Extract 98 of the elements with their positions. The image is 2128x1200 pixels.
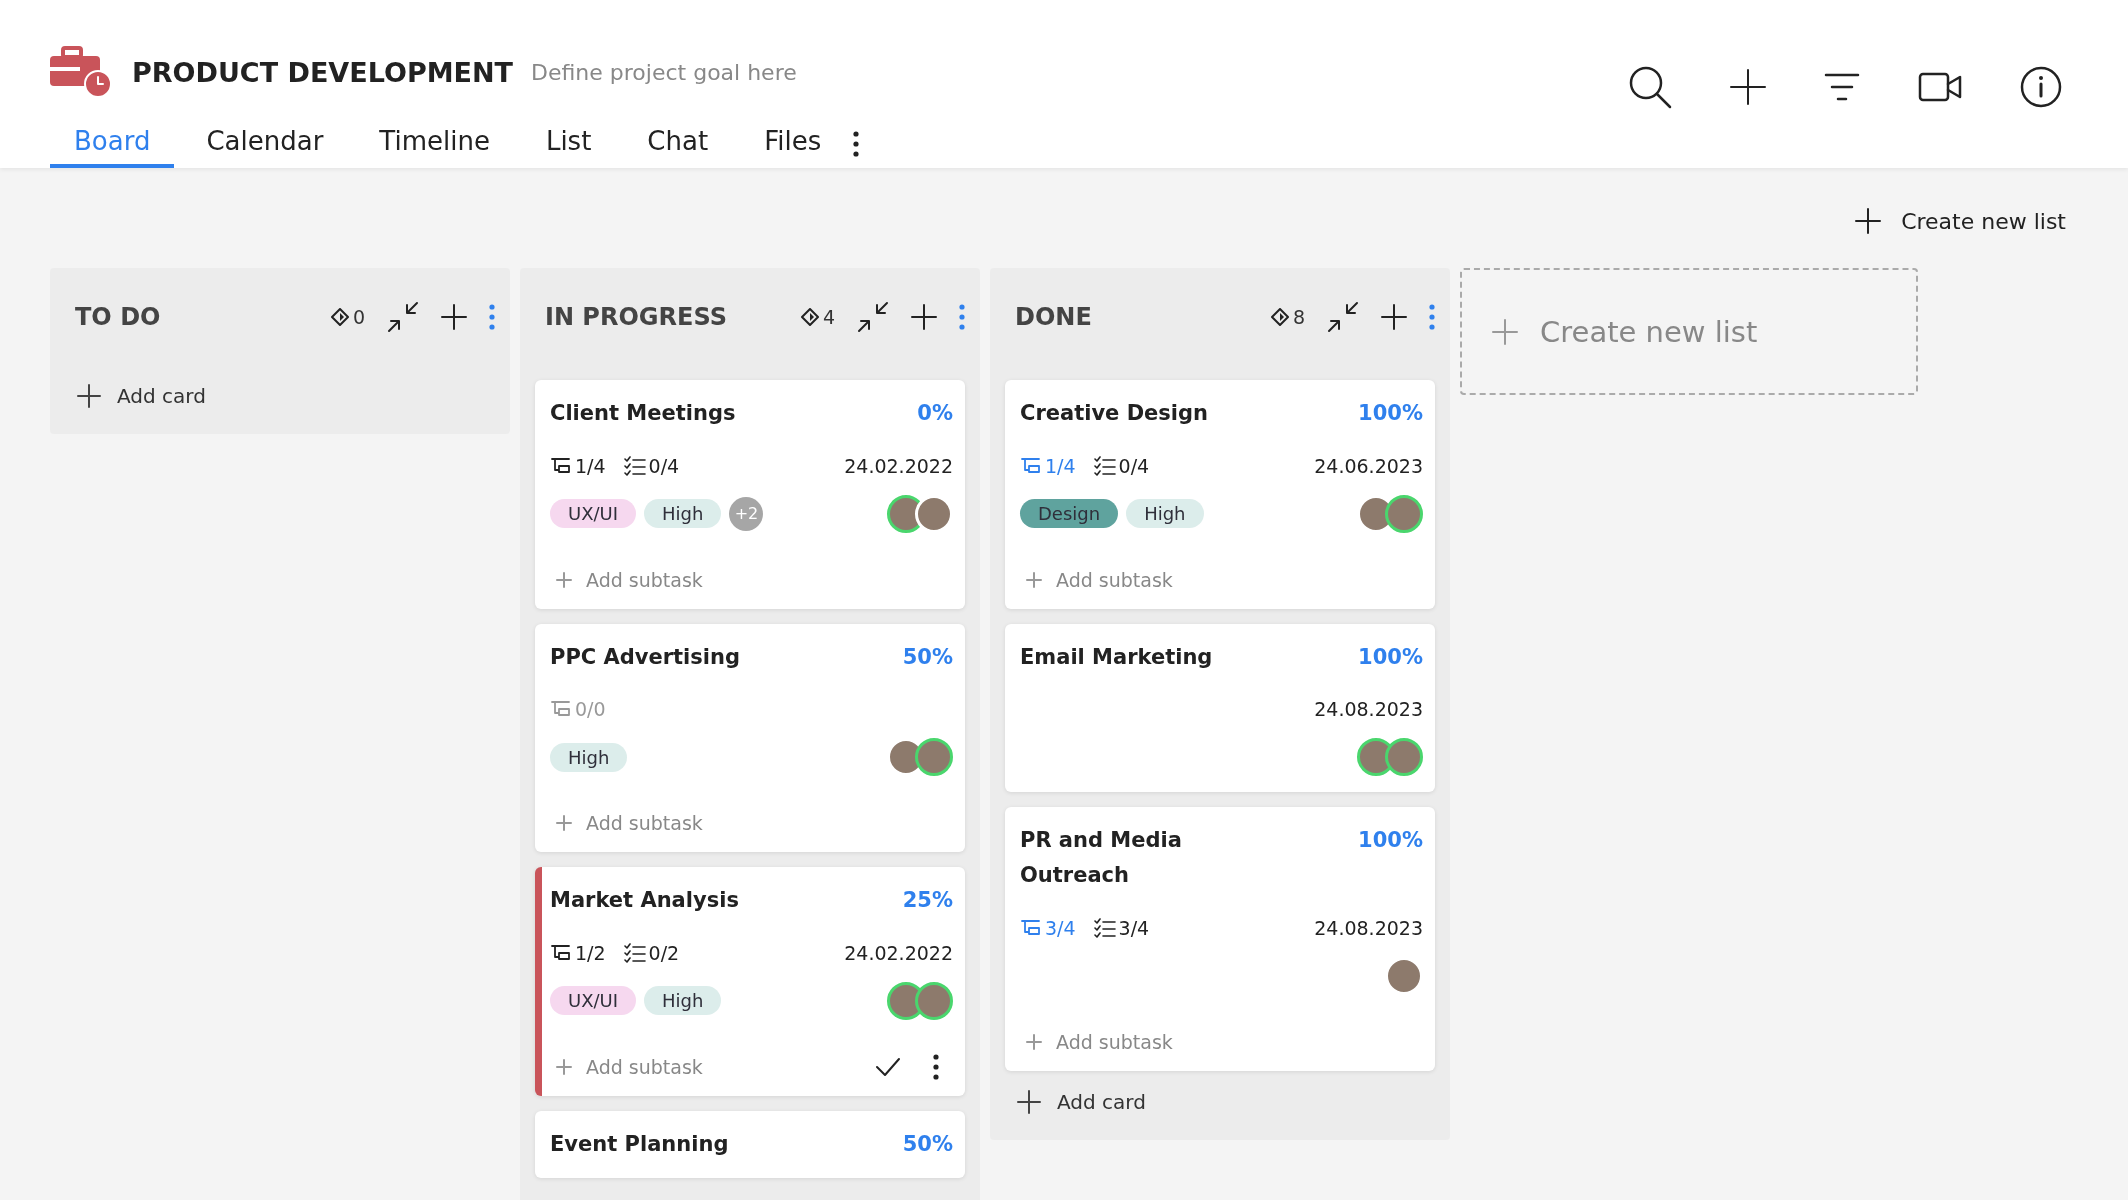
collapse-icon[interactable] xyxy=(1327,300,1359,333)
card-title: PPC Advertising xyxy=(550,643,740,671)
checklist-icon xyxy=(623,455,646,476)
task-card[interactable]: Event Planning 50% xyxy=(535,1110,965,1178)
diamond-icon xyxy=(800,307,819,326)
subtask-count: 1/4 xyxy=(575,454,606,477)
card-title: Email Marketing xyxy=(1020,643,1213,671)
collapse-icon[interactable] xyxy=(857,300,889,333)
plus-icon xyxy=(556,571,572,588)
checklist-count: 0/4 xyxy=(1118,454,1150,477)
card-title: Client Meetings xyxy=(550,400,736,427)
subtask-count: 1/2 xyxy=(575,941,606,964)
list-title: IN PROGRESS xyxy=(545,302,727,331)
plus-icon xyxy=(1026,1033,1042,1050)
task-card[interactable]: Email Marketing 100% 24.08.2023 xyxy=(1005,623,1435,793)
subtask-icon xyxy=(1020,455,1042,476)
tab[interactable]: List xyxy=(521,120,616,168)
progress-percent: 50% xyxy=(902,1130,953,1158)
more-icon[interactable] xyxy=(933,1053,939,1080)
card-title: Event Planning xyxy=(550,1130,729,1158)
subtask-count: 3/4 xyxy=(1045,916,1076,939)
search-icon[interactable] xyxy=(1628,65,1672,109)
checklist-icon xyxy=(623,942,646,963)
subtask-icon xyxy=(550,942,572,963)
filter-icon[interactable] xyxy=(1824,72,1860,102)
card-count: 8 xyxy=(1292,305,1305,328)
goal-input[interactable]: Define project goal here xyxy=(531,57,851,87)
video-camera-icon[interactable] xyxy=(1918,71,1962,103)
tag: High xyxy=(1126,499,1204,529)
progress-percent: 100% xyxy=(1358,400,1423,427)
plus-icon xyxy=(1026,571,1042,588)
add-icon[interactable] xyxy=(911,303,937,330)
card-title: Creative Design xyxy=(1020,400,1208,427)
checkmark-icon[interactable] xyxy=(875,1056,901,1077)
due-date: 24.08.2023 xyxy=(1314,916,1423,939)
progress-percent: 50% xyxy=(902,643,953,671)
collapse-icon[interactable] xyxy=(387,300,419,333)
task-card[interactable]: Market Analysis 25% 1/2 0/2 24.02.2022 UX/UI High Add subtask xyxy=(535,867,965,1096)
plus-icon xyxy=(77,384,101,408)
tag: UX/UI xyxy=(550,986,637,1016)
tab[interactable]: Board xyxy=(50,120,175,168)
task-card[interactable]: Creative Design 100% 1/4 0/4 24.06.2023 Design High Add subtask xyxy=(1005,380,1435,609)
more-tags-count: +2 xyxy=(729,496,764,531)
info-icon[interactable] xyxy=(2020,66,2062,108)
tag: UX/UI xyxy=(550,499,637,529)
card-count: 4 xyxy=(822,305,835,328)
project-title: PRODUCT DEVELOPMENT xyxy=(132,56,513,88)
tab[interactable]: Timeline xyxy=(355,120,514,168)
add-subtask-button[interactable]: Add subtask xyxy=(1020,1028,1179,1055)
add-subtask-button[interactable]: Add subtask xyxy=(550,566,709,593)
checklist-count: 0/2 xyxy=(648,941,680,964)
plus-icon xyxy=(556,1058,572,1075)
list-title: DONE xyxy=(1015,302,1092,331)
tag: High xyxy=(550,742,628,772)
diamond-icon xyxy=(1270,307,1289,326)
add-icon[interactable] xyxy=(1730,69,1766,105)
tab[interactable]: Calendar xyxy=(182,120,348,168)
checklist-icon xyxy=(1093,455,1116,476)
create-list-button[interactable]: Create new list xyxy=(1851,204,2070,238)
tab[interactable]: Files xyxy=(740,120,846,168)
plus-icon xyxy=(1492,318,1518,345)
due-date: 24.06.2023 xyxy=(1314,454,1423,477)
card-title: Market Analysis xyxy=(550,887,739,915)
subtask-count: 0/0 xyxy=(575,698,606,721)
checklist-count: 3/4 xyxy=(1118,916,1150,939)
tab[interactable]: Chat xyxy=(623,120,733,168)
checklist-count: 0/4 xyxy=(648,454,680,477)
add-subtask-button[interactable]: Add subtask xyxy=(1020,566,1179,593)
diamond-icon xyxy=(330,307,349,326)
progress-percent: 0% xyxy=(917,400,953,427)
progress-percent: 25% xyxy=(902,887,953,915)
tag: High xyxy=(644,499,722,529)
due-date: 24.08.2023 xyxy=(1314,698,1423,721)
add-icon[interactable] xyxy=(441,303,467,330)
subtask-icon xyxy=(1020,917,1042,938)
subtask-count: 1/4 xyxy=(1045,454,1076,477)
add-icon[interactable] xyxy=(1381,303,1407,330)
due-date: 24.02.2022 xyxy=(844,941,953,964)
subtask-icon xyxy=(550,455,572,476)
progress-percent: 100% xyxy=(1358,827,1423,855)
due-date: 24.02.2022 xyxy=(844,454,953,477)
add-card-button[interactable]: Add card xyxy=(65,380,218,412)
plus-icon xyxy=(1855,208,1882,234)
plus-icon xyxy=(556,815,572,832)
list-title: TO DO xyxy=(75,302,161,331)
tag: Design xyxy=(1020,499,1119,529)
add-card-button[interactable]: Add card xyxy=(1005,1085,1158,1118)
plus-icon xyxy=(1017,1089,1041,1114)
more-icon[interactable] xyxy=(853,131,860,157)
task-card[interactable]: PR and Media Outreach 100% 3/4 3/4 24.08.2023 Add subtask xyxy=(1005,807,1435,1071)
add-subtask-button[interactable]: Add subtask xyxy=(550,810,709,837)
checklist-icon xyxy=(1093,917,1116,938)
card-count: 0 xyxy=(352,305,365,328)
tag: High xyxy=(644,986,722,1016)
add-subtask-button[interactable]: Add subtask xyxy=(550,1053,709,1080)
task-card[interactable]: Client Meetings 0% 1/4 0/4 24.02.2022 UX/UI High +2 Add subtask xyxy=(535,380,965,609)
progress-percent: 100% xyxy=(1358,643,1423,671)
card-title: PR and Media Outreach xyxy=(1020,827,1183,889)
